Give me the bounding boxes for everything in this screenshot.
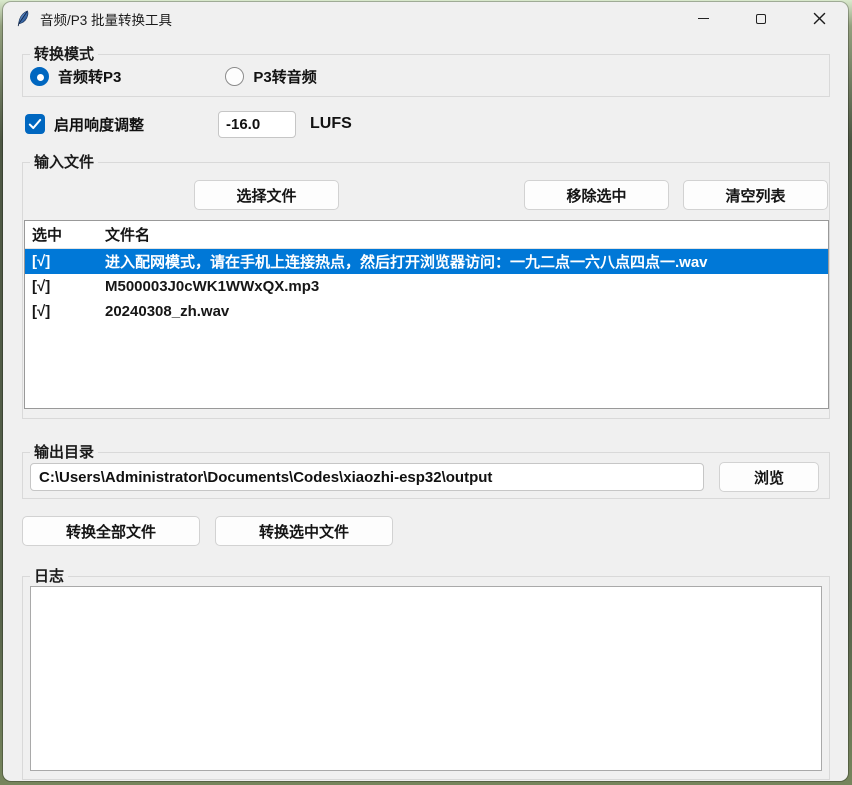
close-button[interactable] — [790, 2, 848, 35]
radio-selected-icon — [30, 67, 49, 86]
row-checked-cell: [√] — [25, 278, 101, 295]
mode-radio-row: 音频转P3 P3转音频 — [30, 66, 317, 87]
window-title: 音频/P3 批量转换工具 — [40, 9, 172, 29]
input-files-legend: 输入文件 — [30, 153, 98, 172]
output-directory-group: 输出目录 浏览 — [22, 452, 830, 499]
lufs-unit-label: LUFS — [310, 115, 352, 133]
window-controls — [674, 2, 848, 35]
row-filename-cell: 20240308_zh.wav — [101, 303, 828, 320]
file-table: 选中 文件名 [√] 进入配网模式，请在手机上连接热点，然后打开浏览器访问：一九… — [24, 220, 829, 409]
browse-button[interactable]: 浏览 — [719, 462, 819, 492]
conversion-mode-group: 转换模式 音频转P3 P3转音频 — [22, 54, 830, 97]
header-filename-column[interactable]: 文件名 — [101, 224, 828, 245]
row-checked-cell: [√] — [25, 253, 101, 270]
table-row[interactable]: [√] M500003J0cWK1WWxQX.mp3 — [25, 274, 828, 299]
select-files-button[interactable]: 选择文件 — [194, 180, 339, 210]
output-path-input[interactable] — [30, 463, 704, 491]
radio-unselected-icon — [225, 67, 244, 86]
convert-all-button[interactable]: 转换全部文件 — [22, 516, 200, 546]
row-filename-cell: M500003J0cWK1WWxQX.mp3 — [101, 278, 828, 295]
radio-p3-to-audio[interactable]: P3转音频 — [225, 66, 316, 87]
radio-audio-to-p3-label: 音频转P3 — [58, 66, 121, 87]
lufs-value-input[interactable] — [218, 111, 296, 138]
close-icon — [813, 12, 826, 25]
table-row[interactable]: [√] 进入配网模式，请在手机上连接热点，然后打开浏览器访问：一九二点一六八点四… — [25, 249, 828, 274]
conversion-mode-legend: 转换模式 — [30, 45, 98, 64]
feather-app-icon — [14, 10, 31, 27]
title-bar: 音频/P3 批量转换工具 — [3, 2, 848, 35]
header-checked-column[interactable]: 选中 — [25, 224, 101, 245]
table-row[interactable]: [√] 20240308_zh.wav — [25, 299, 828, 324]
maximize-button[interactable] — [732, 2, 790, 35]
convert-selected-button[interactable]: 转换选中文件 — [215, 516, 393, 546]
minimize-button[interactable] — [674, 2, 732, 35]
log-textarea[interactable] — [30, 586, 822, 771]
radio-audio-to-p3[interactable]: 音频转P3 — [30, 66, 121, 87]
loudness-checkbox[interactable] — [25, 114, 45, 134]
log-legend: 日志 — [30, 567, 68, 586]
radio-p3-to-audio-label: P3转音频 — [253, 66, 316, 87]
loudness-row: 启用响度调整 LUFS — [22, 111, 830, 139]
row-filename-cell: 进入配网模式，请在手机上连接热点，然后打开浏览器访问：一九二点一六八点四点一.w… — [101, 251, 828, 272]
checkmark-icon — [27, 116, 43, 132]
remove-selected-button[interactable]: 移除选中 — [524, 180, 669, 210]
output-directory-legend: 输出目录 — [30, 443, 98, 462]
loudness-checkbox-label: 启用响度调整 — [54, 114, 144, 135]
maximize-icon — [756, 14, 766, 24]
app-window: 音频/P3 批量转换工具 转换模式 音频转P3 P3转音频 — [3, 2, 848, 781]
minimize-icon — [698, 18, 709, 19]
action-button-row: 转换全部文件 转换选中文件 — [22, 516, 393, 546]
clear-list-button[interactable]: 清空列表 — [683, 180, 828, 210]
input-files-group: 输入文件 选择文件 移除选中 清空列表 选中 文件名 [√] 进入配网模式，请在… — [22, 162, 830, 419]
log-group: 日志 — [22, 576, 830, 780]
file-table-header: 选中 文件名 — [25, 221, 828, 249]
row-checked-cell: [√] — [25, 303, 101, 320]
